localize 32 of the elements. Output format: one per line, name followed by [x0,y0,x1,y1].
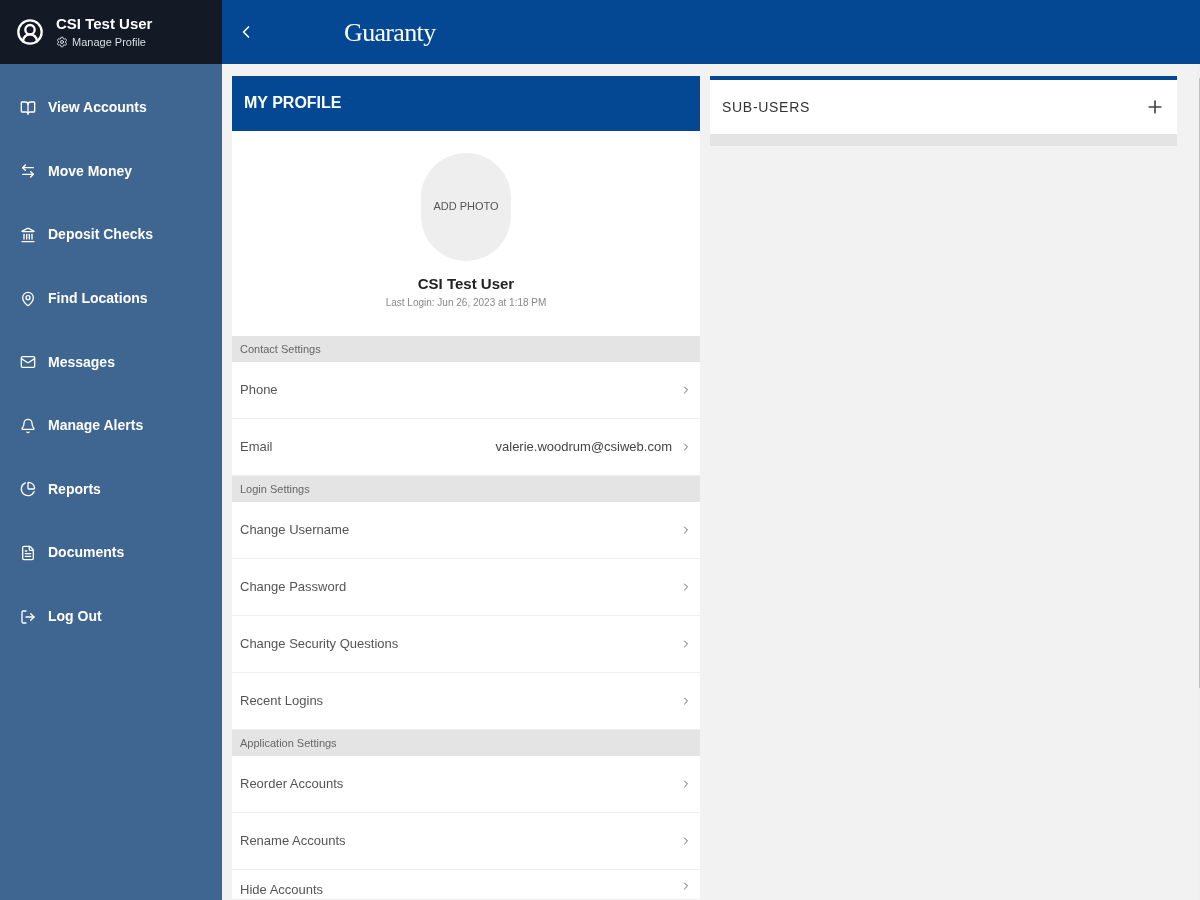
gear-icon [56,36,68,48]
pie-chart-icon [20,481,36,498]
bank-icon [20,227,36,243]
book-icon [20,99,36,116]
bank-logo: Guaranty [344,16,436,49]
sidebar-item[interactable]: Messages [0,330,222,394]
sidebar-item[interactable]: Reports [0,457,222,522]
section-header: Login Settings [232,476,700,502]
envelope-icon [20,354,36,371]
sidebar-item[interactable]: Move Money [0,139,222,204]
manage-profile-link[interactable]: Manage Profile [56,33,153,51]
last-login-text: Last Login: Jun 26, 2023 at 1:18 PM [385,296,547,310]
sidebar-item[interactable]: Log Out [0,584,222,649]
sidebar-item[interactable]: Deposit Checks [0,203,222,267]
user-name: CSI Test User [56,13,153,34]
profile-title: MY PROFILE [244,93,342,114]
sidebar-item[interactable]: Documents [0,521,222,585]
sidebar-item[interactable]: Find Locations [0,266,222,331]
logout-icon [20,608,36,625]
transfer-icon [20,163,36,180]
profile-name: CSI Test User [417,273,515,294]
row-value: valerie.woodrum@csiweb.com [495,438,672,457]
map-pin-icon [20,290,36,307]
sub-users-title: SUB-USERS [722,97,810,117]
section-header: Contact Settings [232,336,700,362]
user-avatar-icon [16,18,44,46]
add-photo-button[interactable]: ADD PHOTO [421,152,511,261]
document-icon [20,544,36,561]
sidebar-item[interactable]: View Accounts [0,76,222,140]
sidebar-item[interactable]: Manage Alerts [0,393,222,458]
bell-icon [20,417,36,434]
section-header: Application Settings [232,730,700,756]
